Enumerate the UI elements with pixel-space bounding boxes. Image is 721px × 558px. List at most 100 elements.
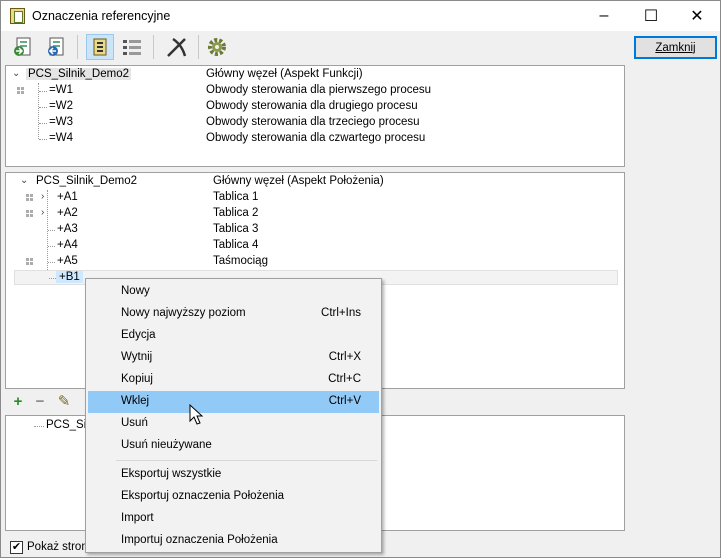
tree-connector bbox=[39, 139, 47, 140]
drag-handle-icon[interactable] bbox=[26, 194, 33, 201]
tree-root-name[interactable]: PCS_Silnik_Demo2 bbox=[26, 68, 131, 80]
tree-view-icon[interactable] bbox=[86, 34, 114, 60]
minimize-button[interactable]: – bbox=[581, 1, 627, 31]
tree-root-row[interactable]: ⌄ PCS_Silnik_Demo2 Główny węzeł (Aspekt … bbox=[6, 174, 624, 190]
tree-row[interactable]: +A4 Tablica 4 bbox=[6, 238, 624, 254]
tree-connector bbox=[48, 246, 55, 247]
tree-item-name[interactable]: =W3 bbox=[49, 116, 73, 128]
tree-item-name[interactable]: +A5 bbox=[57, 255, 78, 267]
menu-item-label: Import bbox=[121, 512, 154, 524]
toolbar-separator bbox=[77, 35, 78, 59]
tree-item-description: Obwody sterowania dla trzeciego procesu bbox=[206, 116, 420, 128]
menu-item-export-location[interactable]: Eksportuj oznaczenia Położenia bbox=[88, 486, 379, 508]
cut-icon[interactable] bbox=[163, 34, 191, 60]
menu-item-label: Eksportuj wszystkie bbox=[121, 468, 222, 480]
toolbar-separator bbox=[153, 35, 154, 59]
tree-row[interactable]: =W3 Obwody sterowania dla trzeciego proc… bbox=[6, 115, 624, 131]
function-tree-pane[interactable]: ⌄ PCS_Silnik_Demo2 Główny węzeł (Aspekt … bbox=[5, 65, 625, 167]
menu-item-shortcut: Ctrl+C bbox=[328, 373, 361, 385]
drag-handle-icon[interactable] bbox=[26, 258, 33, 265]
tree-item-name[interactable]: +A2 bbox=[57, 207, 78, 219]
menu-item-shortcut: Ctrl+X bbox=[328, 351, 361, 363]
tree-connector bbox=[39, 91, 47, 92]
tree-row[interactable]: +A3 Tablica 3 bbox=[6, 222, 624, 238]
tree-root-name[interactable]: PCS_Silnik_Demo2 bbox=[36, 175, 137, 187]
tree-connector bbox=[48, 230, 55, 231]
tree-connector bbox=[49, 278, 56, 279]
tree-row[interactable]: =W4 Obwody sterowania dla czwartego proc… bbox=[6, 131, 624, 147]
tree-row[interactable]: › +A2 Tablica 2 bbox=[6, 206, 624, 222]
tree-item-description: Tablica 3 bbox=[213, 223, 259, 235]
add-icon[interactable]: + bbox=[9, 392, 27, 410]
menu-item-new[interactable]: Nowy bbox=[88, 281, 379, 303]
menu-item-delete[interactable]: Usuń bbox=[88, 413, 379, 435]
tree-item-description: Tablica 2 bbox=[213, 207, 259, 219]
menu-item-label: Importuj oznaczenia Położenia bbox=[121, 534, 278, 546]
show-pages-checkbox-row[interactable]: ✔ Pokaż stron bbox=[10, 539, 88, 555]
menu-item-import-location[interactable]: Importuj oznaczenia Położenia bbox=[88, 530, 379, 552]
menu-item-label: Edycja bbox=[121, 329, 156, 341]
show-pages-checkbox[interactable]: ✔ bbox=[10, 540, 23, 554]
toolbar bbox=[5, 32, 625, 62]
list-view-icon[interactable] bbox=[118, 34, 146, 60]
maximize-button[interactable]: ☐ bbox=[628, 1, 674, 31]
tree-item-name[interactable]: +A1 bbox=[57, 191, 78, 203]
tree-item-description: Obwody sterowania dla pierwszego procesu bbox=[206, 84, 432, 96]
menu-item-edit[interactable]: Edycja bbox=[88, 325, 379, 347]
menu-separator bbox=[116, 460, 377, 461]
menu-item-label: Kopiuj bbox=[121, 373, 153, 385]
menu-item-shortcut: Ctrl+V bbox=[328, 395, 361, 407]
remove-icon[interactable]: − bbox=[31, 392, 49, 410]
collapse-icon[interactable]: ⌄ bbox=[20, 176, 30, 186]
menu-item-export-all[interactable]: Eksportuj wszystkie bbox=[88, 464, 379, 486]
close-window-button[interactable]: ✕ bbox=[674, 1, 720, 31]
tree-item-description: Obwody sterowania dla czwartego procesu bbox=[206, 132, 426, 144]
context-menu: Nowy Nowy najwyższy poziom Ctrl+Ins Edyc… bbox=[85, 278, 382, 553]
close-button[interactable]: Zamknij bbox=[634, 36, 717, 59]
menu-item-new-top-level[interactable]: Nowy najwyższy poziom Ctrl+Ins bbox=[88, 303, 379, 325]
tree-item-name[interactable]: +A3 bbox=[57, 223, 78, 235]
menu-item-import[interactable]: Import bbox=[88, 508, 379, 530]
menu-item-label: Nowy najwyższy poziom bbox=[121, 307, 246, 319]
edit-icon[interactable]: ✎ bbox=[55, 392, 73, 410]
import-icon[interactable] bbox=[9, 34, 37, 60]
tree-item-name[interactable]: =W1 bbox=[49, 84, 73, 96]
tree-item-name[interactable]: +A4 bbox=[57, 239, 78, 251]
collapse-icon[interactable]: ⌄ bbox=[12, 69, 22, 79]
export-icon[interactable] bbox=[42, 34, 70, 60]
tree-row[interactable]: =W1 Obwody sterowania dla pierwszego pro… bbox=[6, 83, 624, 99]
title-bar: Oznaczenia referencyjne – ☐ ✕ bbox=[1, 1, 720, 31]
menu-item-label: Usuń bbox=[121, 417, 148, 429]
menu-item-label: Eksportuj oznaczenia Położenia bbox=[121, 490, 285, 502]
tree-item-name[interactable]: +B1 bbox=[56, 271, 83, 283]
drag-handle-icon[interactable] bbox=[26, 210, 33, 217]
toolbar-separator bbox=[198, 35, 199, 59]
tree-item-name[interactable]: =W2 bbox=[49, 100, 73, 112]
tree-connector bbox=[48, 262, 55, 263]
mouse-pointer-icon bbox=[189, 404, 204, 425]
settings-icon[interactable] bbox=[203, 34, 231, 60]
tree-row[interactable]: +A5 Taśmociąg bbox=[6, 254, 624, 270]
app-icon bbox=[10, 8, 25, 24]
tree-row[interactable]: =W2 Obwody sterowania dla drugiego proce… bbox=[6, 99, 624, 115]
menu-item-shortcut: Ctrl+Ins bbox=[321, 307, 361, 319]
tree-connector bbox=[34, 426, 44, 427]
tree-root-description: Główny węzeł (Aspekt Położenia) bbox=[213, 175, 384, 187]
drag-handle-icon[interactable] bbox=[17, 87, 24, 94]
tree-item-description: Obwody sterowania dla drugiego procesu bbox=[206, 100, 418, 112]
window-title: Oznaczenia referencyjne bbox=[32, 9, 171, 23]
menu-item-label: Wklej bbox=[121, 395, 150, 407]
expand-icon[interactable]: › bbox=[41, 192, 51, 202]
tree-item-description: Taśmociąg bbox=[213, 255, 268, 267]
menu-item-paste[interactable]: Wklej Ctrl+V bbox=[88, 391, 379, 413]
menu-item-delete-unused[interactable]: Usuń nieużywane bbox=[88, 435, 379, 457]
tree-row[interactable]: › +A1 Tablica 1 bbox=[6, 190, 624, 206]
menu-item-cut[interactable]: Wytnij Ctrl+X bbox=[88, 347, 379, 369]
tree-root-row[interactable]: ⌄ PCS_Silnik_Demo2 Główny węzeł (Aspekt … bbox=[6, 67, 624, 83]
menu-item-label: Usuń nieużywane bbox=[121, 439, 212, 451]
menu-item-copy[interactable]: Kopiuj Ctrl+C bbox=[88, 369, 379, 391]
expand-icon[interactable]: › bbox=[41, 208, 51, 218]
tree-item-name[interactable]: =W4 bbox=[49, 132, 73, 144]
menu-item-label: Wytnij bbox=[121, 351, 153, 363]
tree-connector bbox=[39, 123, 47, 124]
